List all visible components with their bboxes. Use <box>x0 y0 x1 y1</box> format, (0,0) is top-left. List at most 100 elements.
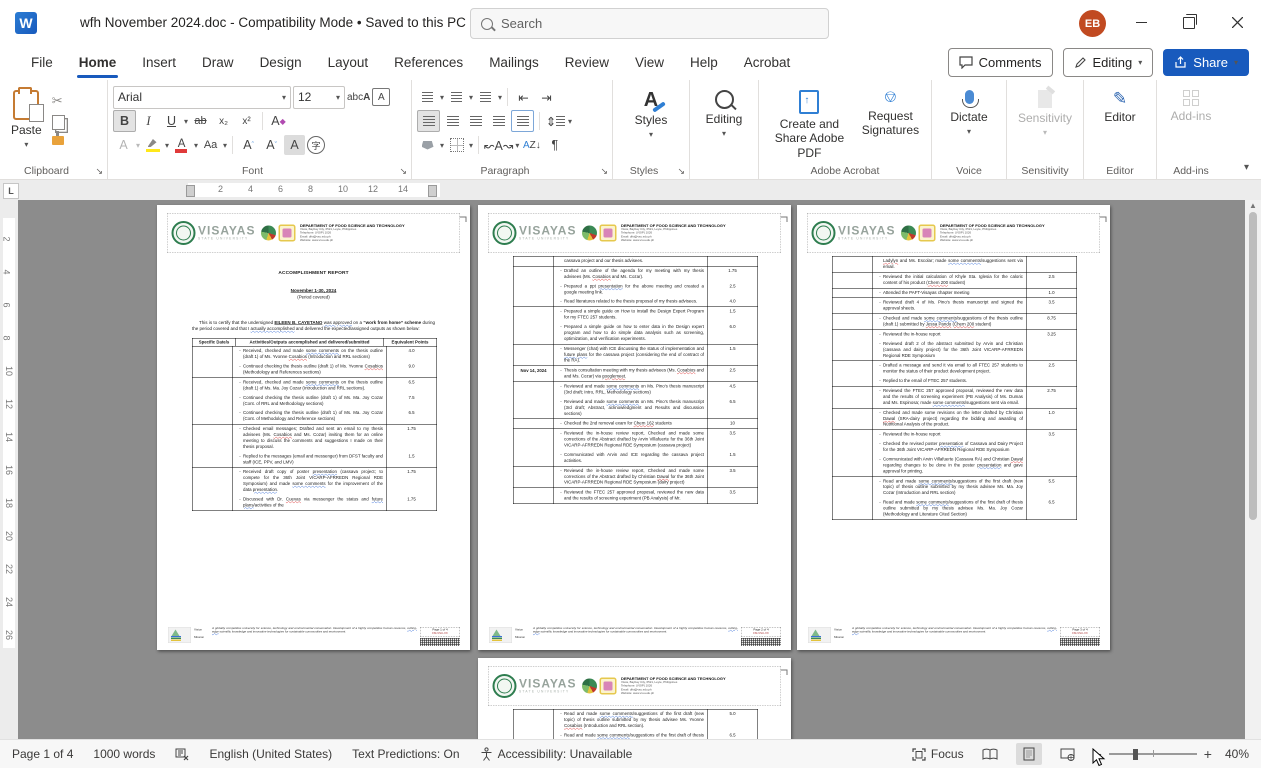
underline-button[interactable]: U <box>161 111 182 131</box>
cut-icon[interactable]: ✂ <box>52 93 65 109</box>
highlight-color-button[interactable] <box>142 135 163 155</box>
bullets-button[interactable] <box>417 87 438 107</box>
scroll-up-icon[interactable]: ▲ <box>1245 201 1261 210</box>
minimize-button[interactable] <box>1118 0 1164 45</box>
enclose-characters-button[interactable]: 字 <box>307 136 325 154</box>
menu-tab-acrobat[interactable]: Acrobat <box>731 45 804 80</box>
menu-tab-review[interactable]: Review <box>552 45 622 80</box>
underline-chevron-icon[interactable]: ▾ <box>184 117 188 126</box>
document-canvas[interactable]: 2468101214161820222426 VISAYASSTATE UNIV… <box>0 200 1261 740</box>
comments-button[interactable]: Comments <box>948 48 1053 77</box>
document-page-3[interactable]: VISAYASSTATE UNIVERSITYDEPARTMENT OF FOO… <box>797 205 1110 650</box>
shading-button[interactable] <box>417 135 438 155</box>
create-pdf-button[interactable]: Create and Share Adobe PDF <box>764 85 855 160</box>
font-size-select[interactable]: 12▾ <box>293 86 345 109</box>
borders-button[interactable] <box>446 135 467 155</box>
superscript-button[interactable]: x² <box>236 111 257 131</box>
addins-button[interactable]: Add-ins <box>1162 85 1220 123</box>
text-effects-button[interactable]: A <box>113 135 134 155</box>
collapse-ribbon-button[interactable]: ▾ <box>1244 162 1249 173</box>
change-case-button[interactable]: Aa <box>200 135 221 155</box>
bold-button[interactable]: B <box>113 110 136 132</box>
bullets-chevron-icon[interactable]: ▾ <box>440 93 444 102</box>
clipboard-dialog-launcher[interactable]: ↘ <box>95 166 103 177</box>
show-paragraph-marks-button[interactable]: ¶ <box>544 135 565 155</box>
multilevel-chevron-icon[interactable]: ▾ <box>498 93 502 102</box>
restore-button[interactable] <box>1166 0 1212 45</box>
menu-tab-mailings[interactable]: Mailings <box>476 45 552 80</box>
align-center-button[interactable] <box>442 111 463 131</box>
character-shading-button[interactable]: A <box>284 135 305 155</box>
menu-tab-file[interactable]: File <box>18 45 66 80</box>
print-layout-button[interactable] <box>1016 743 1042 765</box>
align-left-button[interactable] <box>417 110 440 132</box>
editing-mode-button[interactable]: Editing ▾ <box>1063 48 1154 77</box>
line-spacing-button[interactable]: ⇕ <box>545 111 566 131</box>
request-signatures-button[interactable]: ⎊ Request Signatures <box>855 85 926 160</box>
phonetic-guide-button[interactable]: abcA <box>347 87 370 107</box>
subscript-button[interactable]: x₂ <box>213 111 234 131</box>
page-indicator[interactable]: Page 1 of 4 <box>12 747 73 761</box>
borders-chevron-icon[interactable]: ▾ <box>469 141 473 150</box>
line-spacing-chevron-icon[interactable]: ▾ <box>568 117 572 126</box>
language-indicator[interactable]: English (United States) <box>209 747 332 761</box>
avatar[interactable]: EB <box>1079 10 1106 37</box>
menu-tab-draw[interactable]: Draw <box>189 45 247 80</box>
align-right-button[interactable] <box>465 111 486 131</box>
right-indent-marker[interactable] <box>428 185 437 197</box>
font-color-chevron-icon[interactable]: ▾ <box>194 141 198 150</box>
copy-icon[interactable] <box>52 115 65 130</box>
sensitivity-button[interactable]: Sensitivity ▾ <box>1012 85 1078 138</box>
proofing-status[interactable] <box>175 748 189 761</box>
scrollbar-thumb[interactable] <box>1249 212 1257 520</box>
tab-selector[interactable]: L <box>3 183 19 199</box>
numbering-chevron-icon[interactable]: ▾ <box>469 93 473 102</box>
grow-font-button[interactable]: Aˆ <box>238 135 259 155</box>
read-mode-button[interactable] <box>977 743 1003 765</box>
menu-tab-references[interactable]: References <box>381 45 476 80</box>
share-button[interactable]: Share ▾ <box>1163 49 1249 76</box>
format-painter-icon[interactable] <box>52 136 64 145</box>
zoom-slider[interactable] <box>1109 753 1197 754</box>
clear-formatting-button[interactable]: A◆ <box>268 111 289 131</box>
left-indent-marker[interactable] <box>186 185 195 197</box>
multilevel-list-button[interactable] <box>475 87 496 107</box>
justify-button[interactable] <box>488 111 509 131</box>
word-app-icon[interactable]: W <box>15 12 37 34</box>
word-count[interactable]: 1000 words <box>93 747 155 761</box>
menu-tab-home[interactable]: Home <box>66 45 130 80</box>
document-page-4[interactable]: VISAYASSTATE UNIVERSITYDEPARTMENT OF FOO… <box>478 658 791 740</box>
font-name-select[interactable]: Arial▾ <box>113 86 291 109</box>
editor-button[interactable]: ✎ Editor <box>1089 85 1151 124</box>
menu-tab-insert[interactable]: Insert <box>129 45 189 80</box>
character-border-button[interactable]: A <box>372 88 390 106</box>
paste-button[interactable]: Paste ▾ <box>5 85 48 150</box>
shrink-font-button[interactable]: Aˇ <box>261 135 282 155</box>
strikethrough-button[interactable]: ab <box>190 111 211 131</box>
menu-tab-help[interactable]: Help <box>677 45 731 80</box>
distribute-button[interactable] <box>511 110 534 132</box>
search-input[interactable]: Search <box>470 8 829 39</box>
change-case-chevron-icon[interactable]: ▾ <box>223 141 227 150</box>
menu-tab-view[interactable]: View <box>622 45 677 80</box>
font-color-button[interactable]: A <box>171 135 192 155</box>
web-layout-button[interactable] <box>1055 743 1081 765</box>
sort-button[interactable]: AZ↓ <box>521 135 542 155</box>
menu-tab-layout[interactable]: Layout <box>315 45 382 80</box>
vertical-scrollbar[interactable]: ▲ <box>1245 200 1261 740</box>
decrease-indent-button[interactable]: ⇤ <box>513 87 534 107</box>
styles-dialog-launcher[interactable]: ↘ <box>677 166 685 177</box>
document-page-2[interactable]: VISAYASSTATE UNIVERSITYDEPARTMENT OF FOO… <box>478 205 791 650</box>
font-dialog-launcher[interactable]: ↘ <box>399 166 407 177</box>
editing-button[interactable]: Editing ▾ <box>695 85 753 139</box>
italic-button[interactable]: I <box>138 111 159 131</box>
accessibility-status[interactable]: Accessibility: Unavailable <box>480 747 633 761</box>
shading-chevron-icon[interactable]: ▾ <box>440 141 444 150</box>
document-page-1[interactable]: VISAYASSTATE UNIVERSITYDEPARTMENT OF FOO… <box>157 205 470 650</box>
styles-button[interactable]: A Styles ▾ <box>618 85 684 140</box>
asian-layout-button[interactable]: ↜A↝ <box>484 135 513 155</box>
numbering-button[interactable] <box>446 87 467 107</box>
text-predictions-indicator[interactable]: Text Predictions: On <box>352 747 459 761</box>
focus-mode-button[interactable]: Focus <box>912 747 964 761</box>
increase-indent-button[interactable]: ⇥ <box>536 87 557 107</box>
